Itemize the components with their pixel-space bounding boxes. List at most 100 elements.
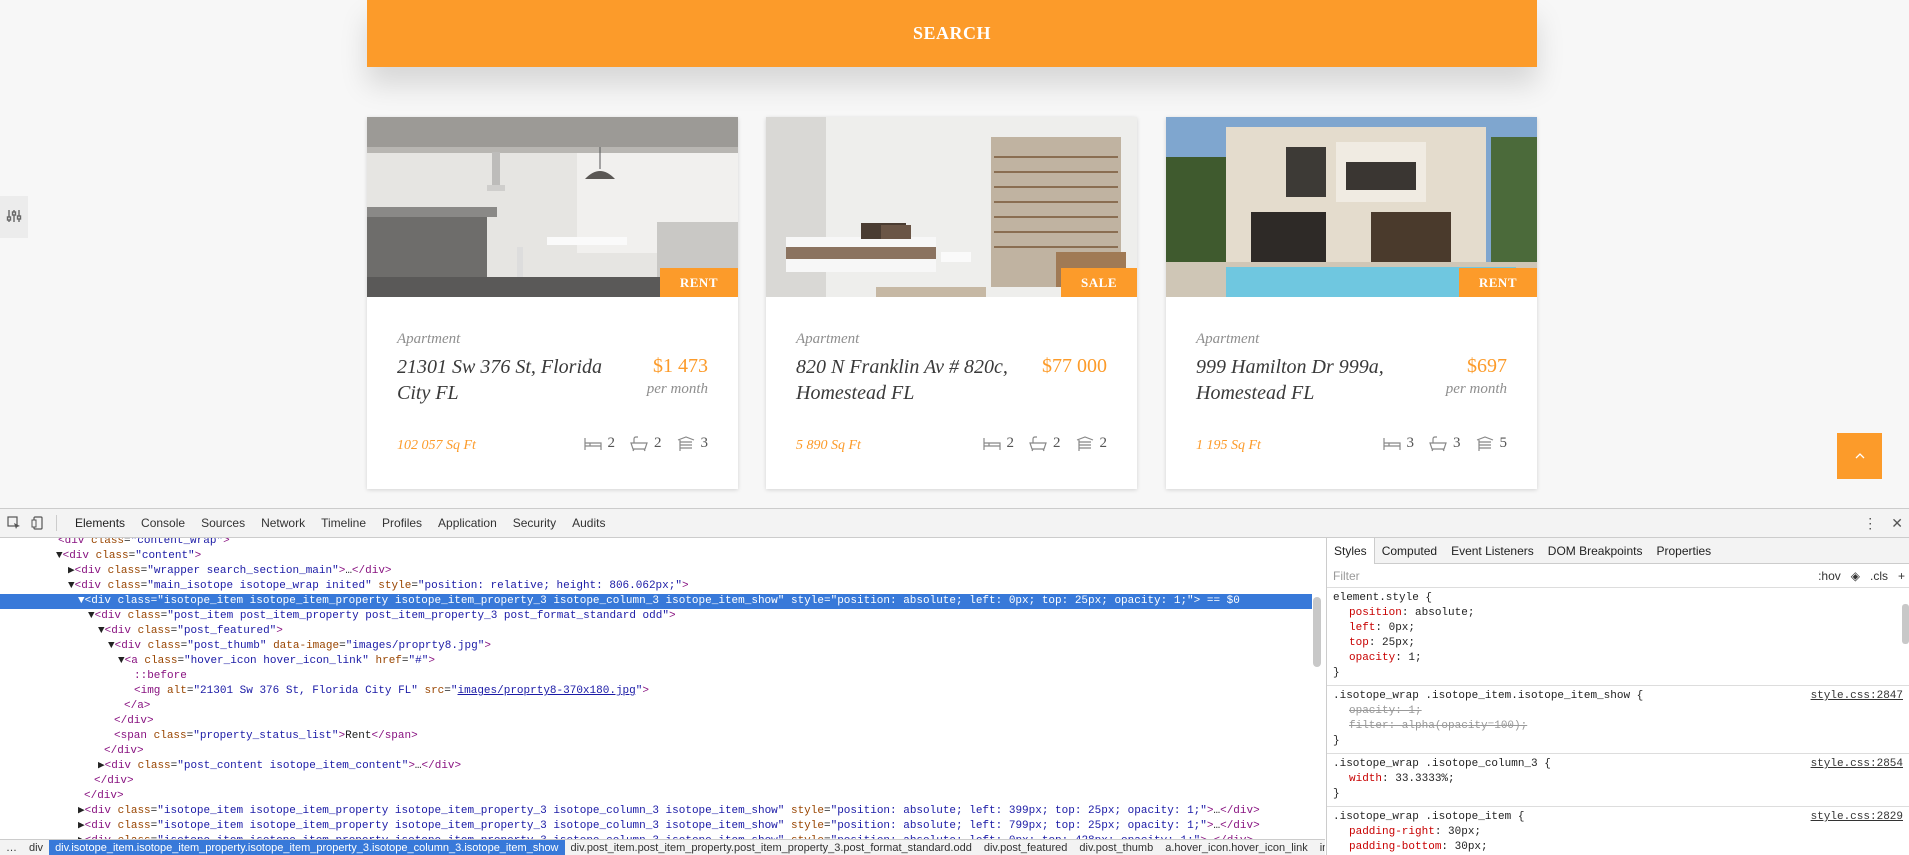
breadcrumb-item[interactable]: div.post_featured [978, 840, 1074, 855]
css-declaration[interactable]: position: absolute; [1333, 606, 1903, 621]
dom-node[interactable]: </div> [0, 789, 1312, 804]
breadcrumb-item[interactable]: div [23, 840, 49, 855]
css-declaration[interactable]: left: 0px; [1333, 621, 1903, 636]
dom-node[interactable]: ▶<div class="post_content isotope_item_c… [0, 759, 1312, 774]
css-rule[interactable]: .isotope_wrap .isotope_item {style.css:2… [1327, 807, 1909, 855]
tab-profiles[interactable]: Profiles [374, 509, 430, 538]
css-declaration[interactable]: opacity: 1; [1333, 651, 1903, 666]
dom-node[interactable]: <img alt="21301 Sw 376 St, Florida City … [0, 684, 1312, 699]
css-source-link[interactable]: style.css:2829 [1811, 810, 1903, 825]
dom-scrollbar[interactable] [1313, 597, 1321, 667]
css-declaration[interactable]: width: 33.3333%; [1333, 772, 1903, 787]
tab-properties[interactable]: Properties [1649, 538, 1718, 564]
tab-application[interactable]: Application [430, 509, 505, 538]
color-format-icon[interactable]: ◈ [1851, 569, 1860, 583]
tab-console[interactable]: Console [133, 509, 193, 538]
dom-node[interactable]: ▶<div class="isotope_item isotope_item_p… [0, 804, 1312, 819]
dom-node[interactable]: </div> [0, 744, 1312, 759]
settings-icon [6, 208, 22, 227]
devtools-panel: Elements Console Sources Network Timelin… [0, 508, 1909, 855]
property-card[interactable]: SALE Apartment 820 N Franklin Av # 820c,… [766, 117, 1137, 489]
beds-count: 2 [607, 435, 616, 451]
hover-state-toggle[interactable]: :hov [1818, 569, 1841, 583]
bath-icon [1029, 435, 1047, 451]
dom-node-selected[interactable]: ▼<div class="isotope_item isotope_item_p… [0, 594, 1312, 609]
breadcrumb-item[interactable]: img [1314, 840, 1325, 855]
dom-node[interactable]: ::before [0, 669, 1312, 684]
garages-count: 5 [1499, 435, 1508, 451]
dom-tree[interactable]: <div class="content_wrap"> ▼<div class="c… [0, 538, 1325, 841]
property-price: $77 000 [1042, 355, 1107, 377]
dom-node[interactable]: <span class="property_status_list">Rent<… [0, 729, 1312, 744]
dom-node[interactable]: </a> [0, 699, 1312, 714]
beds-count: 3 [1406, 435, 1415, 451]
garage-icon [1476, 435, 1493, 451]
css-declaration[interactable]: padding-right: 30px; [1333, 825, 1903, 840]
close-icon[interactable]: ✕ [1891, 515, 1903, 532]
settings-side-tab[interactable] [0, 196, 28, 238]
garage-icon [1076, 435, 1093, 451]
dom-node[interactable]: </div> [0, 714, 1312, 729]
bed-icon [583, 437, 602, 450]
css-source-link[interactable]: style.css:2854 [1811, 757, 1903, 772]
property-address-link[interactable]: 999 Hamilton Dr 999a, Homestead FL [1196, 354, 1416, 406]
tab-sources[interactable]: Sources [193, 509, 253, 538]
baths-count: 2 [654, 435, 662, 451]
scroll-to-top-button[interactable] [1837, 433, 1882, 479]
css-declaration[interactable]: padding-bottom: 30px; [1333, 840, 1903, 855]
tab-computed[interactable]: Computed [1375, 538, 1444, 564]
search-button[interactable]: SEARCH [367, 0, 1537, 67]
property-features: 2 2 2 [982, 435, 1107, 452]
dom-node[interactable]: ▼<div class="post_featured"> [0, 624, 1312, 639]
css-rule[interactable]: element.style {position: absolute; left: … [1327, 588, 1909, 686]
tab-audits[interactable]: Audits [564, 509, 613, 538]
css-rule[interactable]: .isotope_wrap .isotope_item.isotope_item… [1327, 686, 1909, 754]
tab-timeline[interactable]: Timeline [313, 509, 374, 538]
tab-styles[interactable]: Styles [1327, 538, 1375, 564]
css-declaration[interactable]: top: 25px; [1333, 636, 1903, 651]
devtools-toolbar: Elements Console Sources Network Timelin… [0, 509, 1909, 538]
css-declaration[interactable]: opacity: 1; [1333, 704, 1903, 719]
breadcrumb-item[interactable]: div.post_thumb [1073, 840, 1159, 855]
beds-feature: 2 [583, 435, 616, 452]
dom-node[interactable]: <div class="content_wrap"> [0, 538, 1312, 549]
dom-node[interactable]: ▼<a class="hover_icon hover_icon_link" h… [0, 654, 1312, 669]
css-rule[interactable]: .isotope_wrap .isotope_column_3 {style.c… [1327, 754, 1909, 807]
dom-node[interactable]: ▼<div class="post_item post_item_propert… [0, 609, 1312, 624]
property-address-link[interactable]: 21301 Sw 376 St, Florida City FL [397, 354, 617, 406]
css-selector[interactable]: element.style { [1333, 591, 1903, 606]
dom-node[interactable]: ▶<div class="wrapper search_section_main… [0, 564, 1312, 579]
add-rule-button[interactable]: + [1898, 569, 1905, 583]
styles-scrollbar[interactable] [1902, 604, 1909, 644]
breadcrumb-item[interactable]: div.isotope_item.isotope_item_property.i… [49, 840, 565, 855]
css-rule-close: } [1333, 788, 1340, 800]
tab-dom-breakpoints[interactable]: DOM Breakpoints [1541, 538, 1650, 564]
inspect-element-icon[interactable] [4, 513, 24, 533]
tab-network[interactable]: Network [253, 509, 313, 538]
styles-filter-bar: Filter :hov ◈ .cls + [1327, 564, 1909, 588]
dom-node[interactable]: ▼<div class="main_isotope isotope_wrap i… [0, 579, 1312, 594]
tab-elements[interactable]: Elements [67, 509, 133, 538]
dom-node[interactable]: ▶<div class="isotope_item isotope_item_p… [0, 819, 1312, 834]
breadcrumb-item[interactable]: … [0, 840, 23, 855]
status-badge: SALE [1061, 268, 1137, 297]
baths-count: 2 [1053, 435, 1061, 451]
tab-security[interactable]: Security [505, 509, 564, 538]
bed-icon [982, 437, 1001, 450]
css-source-link[interactable]: style.css:2847 [1811, 689, 1903, 704]
dom-node[interactable]: ▼<div class="content"> [0, 549, 1312, 564]
breadcrumb-item[interactable]: a.hover_icon.hover_icon_link [1159, 840, 1313, 855]
breadcrumb-item[interactable]: div.post_item.post_item_property.post_it… [565, 840, 978, 855]
tab-event-listeners[interactable]: Event Listeners [1444, 538, 1541, 564]
css-declaration[interactable]: filter: alpha(opacity=100); [1333, 719, 1903, 734]
more-options-icon[interactable]: ⋮ [1863, 515, 1877, 532]
dom-node[interactable]: ▼<div class="post_thumb" data-image="ima… [0, 639, 1312, 654]
filter-tools: :hov ◈ .cls + [1818, 564, 1905, 588]
property-card[interactable]: RENT Apartment 999 Hamilton Dr 999a, Hom… [1166, 117, 1537, 489]
device-toolbar-icon[interactable] [28, 513, 48, 533]
property-address-link[interactable]: 820 N Franklin Av # 820c, Homestead FL [796, 354, 1016, 406]
class-toggle[interactable]: .cls [1870, 569, 1888, 583]
dom-node[interactable]: </div> [0, 774, 1312, 789]
styles-filter-input[interactable]: Filter [1333, 569, 1360, 583]
property-card[interactable]: RENT Apartment 21301 Sw 376 St, Florida … [367, 117, 738, 489]
